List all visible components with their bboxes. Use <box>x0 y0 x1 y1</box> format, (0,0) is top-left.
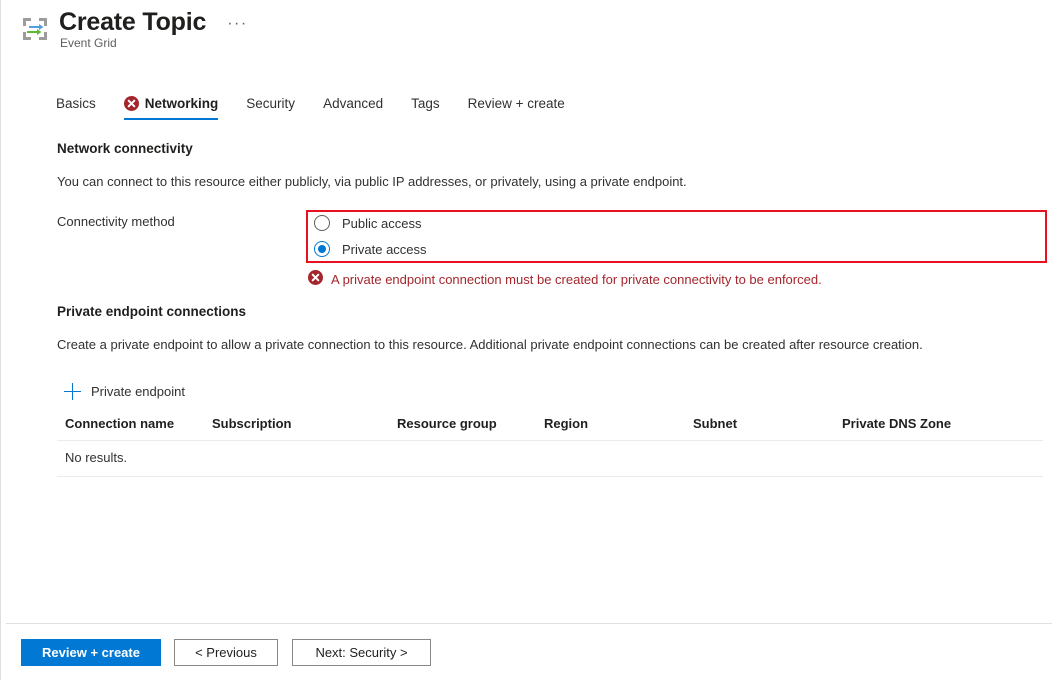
error-icon <box>308 270 323 288</box>
tab-networking[interactable]: Networking <box>124 96 219 121</box>
column-header-region[interactable]: Region <box>544 416 588 431</box>
tab-label: Basics <box>56 96 96 111</box>
connectivity-method-label: Connectivity method <box>57 214 175 229</box>
blade-subtitle: Event Grid <box>60 36 117 50</box>
connectivity-method-radio-group: Public access Private access <box>306 210 1047 263</box>
radio-label: Public access <box>342 216 421 231</box>
add-private-endpoint-label: Private endpoint <box>91 384 185 399</box>
blade-header: Create Topic ··· Event Grid <box>1 0 1052 62</box>
event-grid-icon <box>20 14 50 44</box>
add-private-endpoint-button[interactable]: Private endpoint <box>64 381 189 402</box>
radio-label: Private access <box>342 242 427 257</box>
tab-basics[interactable]: Basics <box>56 96 96 121</box>
previous-button[interactable]: < Previous <box>174 639 278 666</box>
private-endpoint-connections-table: Connection name Subscription Resource gr… <box>57 412 1043 477</box>
column-header-private-dns-zone[interactable]: Private DNS Zone <box>842 416 951 431</box>
radio-private-access[interactable]: Private access <box>314 241 427 257</box>
private-endpoint-connections-heading: Private endpoint connections <box>57 304 246 319</box>
next-security-button[interactable]: Next: Security > <box>292 639 431 666</box>
tab-label: Networking <box>145 96 219 111</box>
private-endpoint-connections-description: Create a private endpoint to allow a pri… <box>57 337 923 352</box>
table-row: No results. <box>57 441 1043 477</box>
more-options-icon[interactable]: ··· <box>224 13 250 39</box>
column-header-resource-group[interactable]: Resource group <box>397 416 497 431</box>
tab-label: Review + create <box>468 96 565 111</box>
column-header-subscription[interactable]: Subscription <box>212 416 291 431</box>
network-connectivity-heading: Network connectivity <box>57 141 193 156</box>
column-header-subnet[interactable]: Subnet <box>693 416 737 431</box>
table-header-row: Connection name Subscription Resource gr… <box>57 412 1043 441</box>
error-badge-icon <box>124 96 139 111</box>
tab-label: Tags <box>411 96 440 111</box>
radio-mark-icon <box>314 215 330 231</box>
tab-label: Advanced <box>323 96 383 111</box>
plus-icon <box>64 383 81 400</box>
connectivity-method-error: A private endpoint connection must be cr… <box>308 270 822 288</box>
empty-results-message: No results. <box>65 450 127 465</box>
network-connectivity-description: You can connect to this resource either … <box>57 174 687 189</box>
wizard-tabs: Basics Networking Security Advanced Tags… <box>56 96 593 126</box>
column-header-connection-name[interactable]: Connection name <box>65 416 174 431</box>
radio-public-access[interactable]: Public access <box>314 215 421 231</box>
title-row: Create Topic ··· <box>59 5 251 39</box>
page-title: Create Topic <box>59 7 206 37</box>
tab-security[interactable]: Security <box>246 96 295 121</box>
radio-mark-icon <box>314 241 330 257</box>
wizard-footer: Review + create < Previous Next: Securit… <box>1 624 1052 680</box>
tab-advanced[interactable]: Advanced <box>323 96 383 121</box>
tab-review-create[interactable]: Review + create <box>468 96 565 121</box>
tab-tags[interactable]: Tags <box>411 96 440 121</box>
tab-label: Security <box>246 96 295 111</box>
error-message: A private endpoint connection must be cr… <box>331 272 822 287</box>
review-create-button[interactable]: Review + create <box>21 639 161 666</box>
create-topic-blade: Create Topic ··· Event Grid Basics Netwo… <box>0 0 1052 680</box>
